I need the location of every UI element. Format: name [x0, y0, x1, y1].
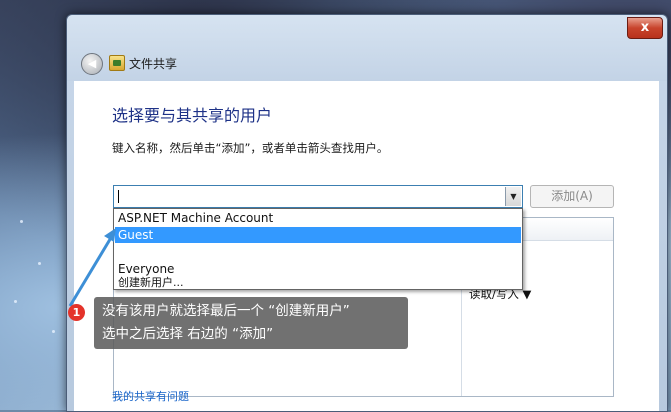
title-bar: x ◀ 文件共享: [67, 15, 667, 81]
user-name-combobox[interactable]: ▼: [113, 185, 523, 208]
file-share-icon: [109, 55, 125, 71]
page-title: 选择要与其共享的用户: [112, 106, 273, 125]
close-button[interactable]: x: [627, 17, 663, 39]
dropdown-arrow-icon[interactable]: ▼: [505, 187, 521, 206]
annotation-callout: 没有该用户就选择最后一个 “创建新用户” 选中之后选择 右边的 “添加”: [94, 297, 408, 349]
dropdown-item-guest[interactable]: Guest: [115, 227, 521, 243]
background-sparkle: [52, 330, 55, 333]
dropdown-item-create-user[interactable]: 创建新用户...: [115, 275, 521, 291]
back-arrow-icon[interactable]: ◀: [81, 53, 103, 75]
dropdown-item-asp-net[interactable]: ASP.NET Machine Account: [115, 210, 521, 226]
background-sparkle: [38, 262, 41, 265]
callout-line-1: 没有该用户就选择最后一个 “创建新用户”: [102, 303, 350, 319]
sharing-help-link[interactable]: 我的共享有问题: [112, 388, 189, 404]
add-button[interactable]: 添加(A): [530, 185, 614, 208]
background-sparkle: [20, 220, 23, 223]
user-dropdown-list[interactable]: ASP.NET Machine Account Guest Everyone 创…: [113, 208, 523, 290]
background-sparkle: [14, 300, 17, 303]
instruction-text: 键入名称，然后单击“添加”，或者单击箭头查找用户。: [112, 141, 389, 155]
text-cursor: [118, 190, 119, 203]
step-number-badge: 1: [68, 304, 85, 321]
callout-line-2: 选中之后选择 右边的 “添加”: [102, 326, 274, 342]
file-sharing-window: x ◀ 文件共享 选择要与其共享的用户 键入名称，然后单击“添加”，或者单击箭头…: [66, 14, 668, 412]
wizard-content: 选择要与其共享的用户 键入名称，然后单击“添加”，或者单击箭头查找用户。 读取/…: [74, 81, 659, 411]
nav-title: 文件共享: [129, 57, 178, 71]
